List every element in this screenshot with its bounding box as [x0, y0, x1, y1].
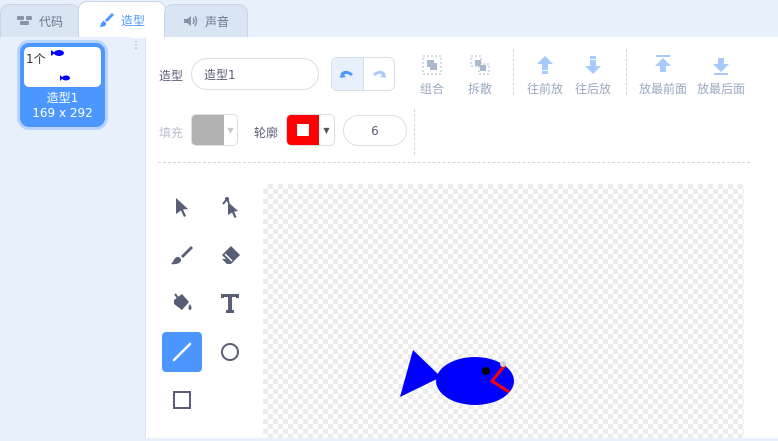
reshape-tool[interactable]	[210, 187, 250, 227]
ungroup-button[interactable]: 拆散	[451, 54, 509, 97]
circle-icon	[221, 343, 239, 361]
line-icon	[172, 342, 192, 362]
brush-icon	[171, 246, 193, 265]
eraser-tool[interactable]	[210, 235, 250, 275]
undo-redo-group	[331, 57, 395, 91]
divider	[626, 49, 627, 95]
bring-to-front-button[interactable]: 放最前面	[634, 54, 692, 97]
rectangle-tool[interactable]	[162, 380, 202, 420]
undo-button[interactable]	[332, 58, 364, 90]
tab-code[interactable]: 代码	[0, 4, 80, 37]
tab-costumes[interactable]: 造型	[78, 1, 166, 38]
outline-label: 轮廓	[254, 126, 279, 140]
costume-name-input[interactable]: 造型1	[191, 58, 319, 90]
divider	[414, 109, 415, 155]
chevron-down-icon: ▼	[323, 125, 330, 135]
costume-thumbnail: 1个	[24, 47, 101, 87]
costume-name-label: 造型	[159, 69, 184, 83]
bring-to-front-label: 放最前面	[638, 82, 687, 96]
select-tool[interactable]	[162, 187, 202, 227]
outline-width-input[interactable]: 6	[343, 115, 407, 146]
brush-icon	[99, 13, 114, 27]
fill-label: 填充	[159, 126, 184, 140]
fish-thumbnail-icon	[51, 50, 64, 56]
arrow-pointer-icon	[176, 198, 188, 217]
outline-width-value: 6	[371, 123, 379, 138]
tab-costumes-label: 造型	[120, 13, 145, 28]
speaker-icon	[183, 15, 198, 27]
outline-color-picker[interactable]: ▼	[286, 114, 335, 146]
fill-color-swatch	[192, 115, 224, 145]
tab-bar: 代码 造型 声音	[0, 0, 778, 38]
arrow-up-icon	[537, 56, 553, 74]
costume-item[interactable]: 1个 造型1 169 x 292	[20, 43, 105, 127]
costume-name-value: 造型1	[204, 67, 236, 82]
send-to-back-button[interactable]: 放最后面	[692, 54, 750, 97]
costume-number: 1个	[26, 52, 46, 66]
send-to-back-icon	[713, 58, 729, 75]
costume-list: 1个 造型1 169 x 292	[0, 37, 130, 438]
paint-editor: 造型 造型1 组合 拆散 往前放 往后放 放最前面 放最后面 填充 ▼ 轮廓 ▼…	[145, 37, 778, 438]
ungroup-label: 拆散	[467, 82, 492, 96]
circle-tool[interactable]	[210, 332, 250, 372]
line-tool[interactable]	[162, 332, 202, 372]
arrow-down-icon	[585, 56, 601, 74]
text-icon	[221, 294, 239, 313]
drawing-canvas[interactable]	[263, 184, 744, 438]
tab-code-label: 代码	[38, 14, 63, 29]
fish-thumbnail-small-icon	[60, 75, 70, 81]
fill-color-picker[interactable]: ▼	[191, 114, 238, 146]
bring-to-front-icon	[655, 55, 671, 72]
group-label: 组合	[419, 82, 444, 96]
redo-button[interactable]	[364, 58, 395, 90]
tab-sounds-label: 声音	[204, 14, 229, 29]
chevron-down-icon: ▼	[227, 125, 234, 135]
fill-tool[interactable]	[162, 283, 202, 323]
brush-tool[interactable]	[162, 235, 202, 275]
divider	[513, 49, 514, 95]
paint-bucket-icon	[174, 293, 192, 310]
forward-label: 往前放	[526, 82, 563, 96]
redo-icon	[372, 70, 386, 78]
undo-icon	[340, 70, 354, 78]
code-icon	[16, 16, 32, 25]
fish-eye	[482, 367, 490, 375]
fish-tail	[400, 350, 441, 397]
eraser-icon	[222, 246, 240, 264]
canvas-artwork	[400, 350, 514, 405]
costume-name: 造型1	[46, 91, 79, 105]
reshape-icon	[222, 197, 238, 218]
text-tool[interactable]	[210, 283, 250, 323]
ungroup-icon	[470, 55, 490, 75]
costume-size: 169 x 292	[32, 106, 93, 120]
canvas-center-marker	[500, 361, 506, 367]
backward-button[interactable]: 往后放	[564, 54, 622, 97]
send-to-back-label: 放最后面	[696, 82, 745, 96]
outline-color-swatch	[287, 115, 319, 145]
tab-sounds[interactable]: 声音	[164, 4, 248, 37]
group-icon	[422, 55, 442, 75]
backward-label: 往后放	[574, 82, 611, 96]
divider	[158, 162, 750, 163]
rectangle-icon	[173, 391, 191, 409]
